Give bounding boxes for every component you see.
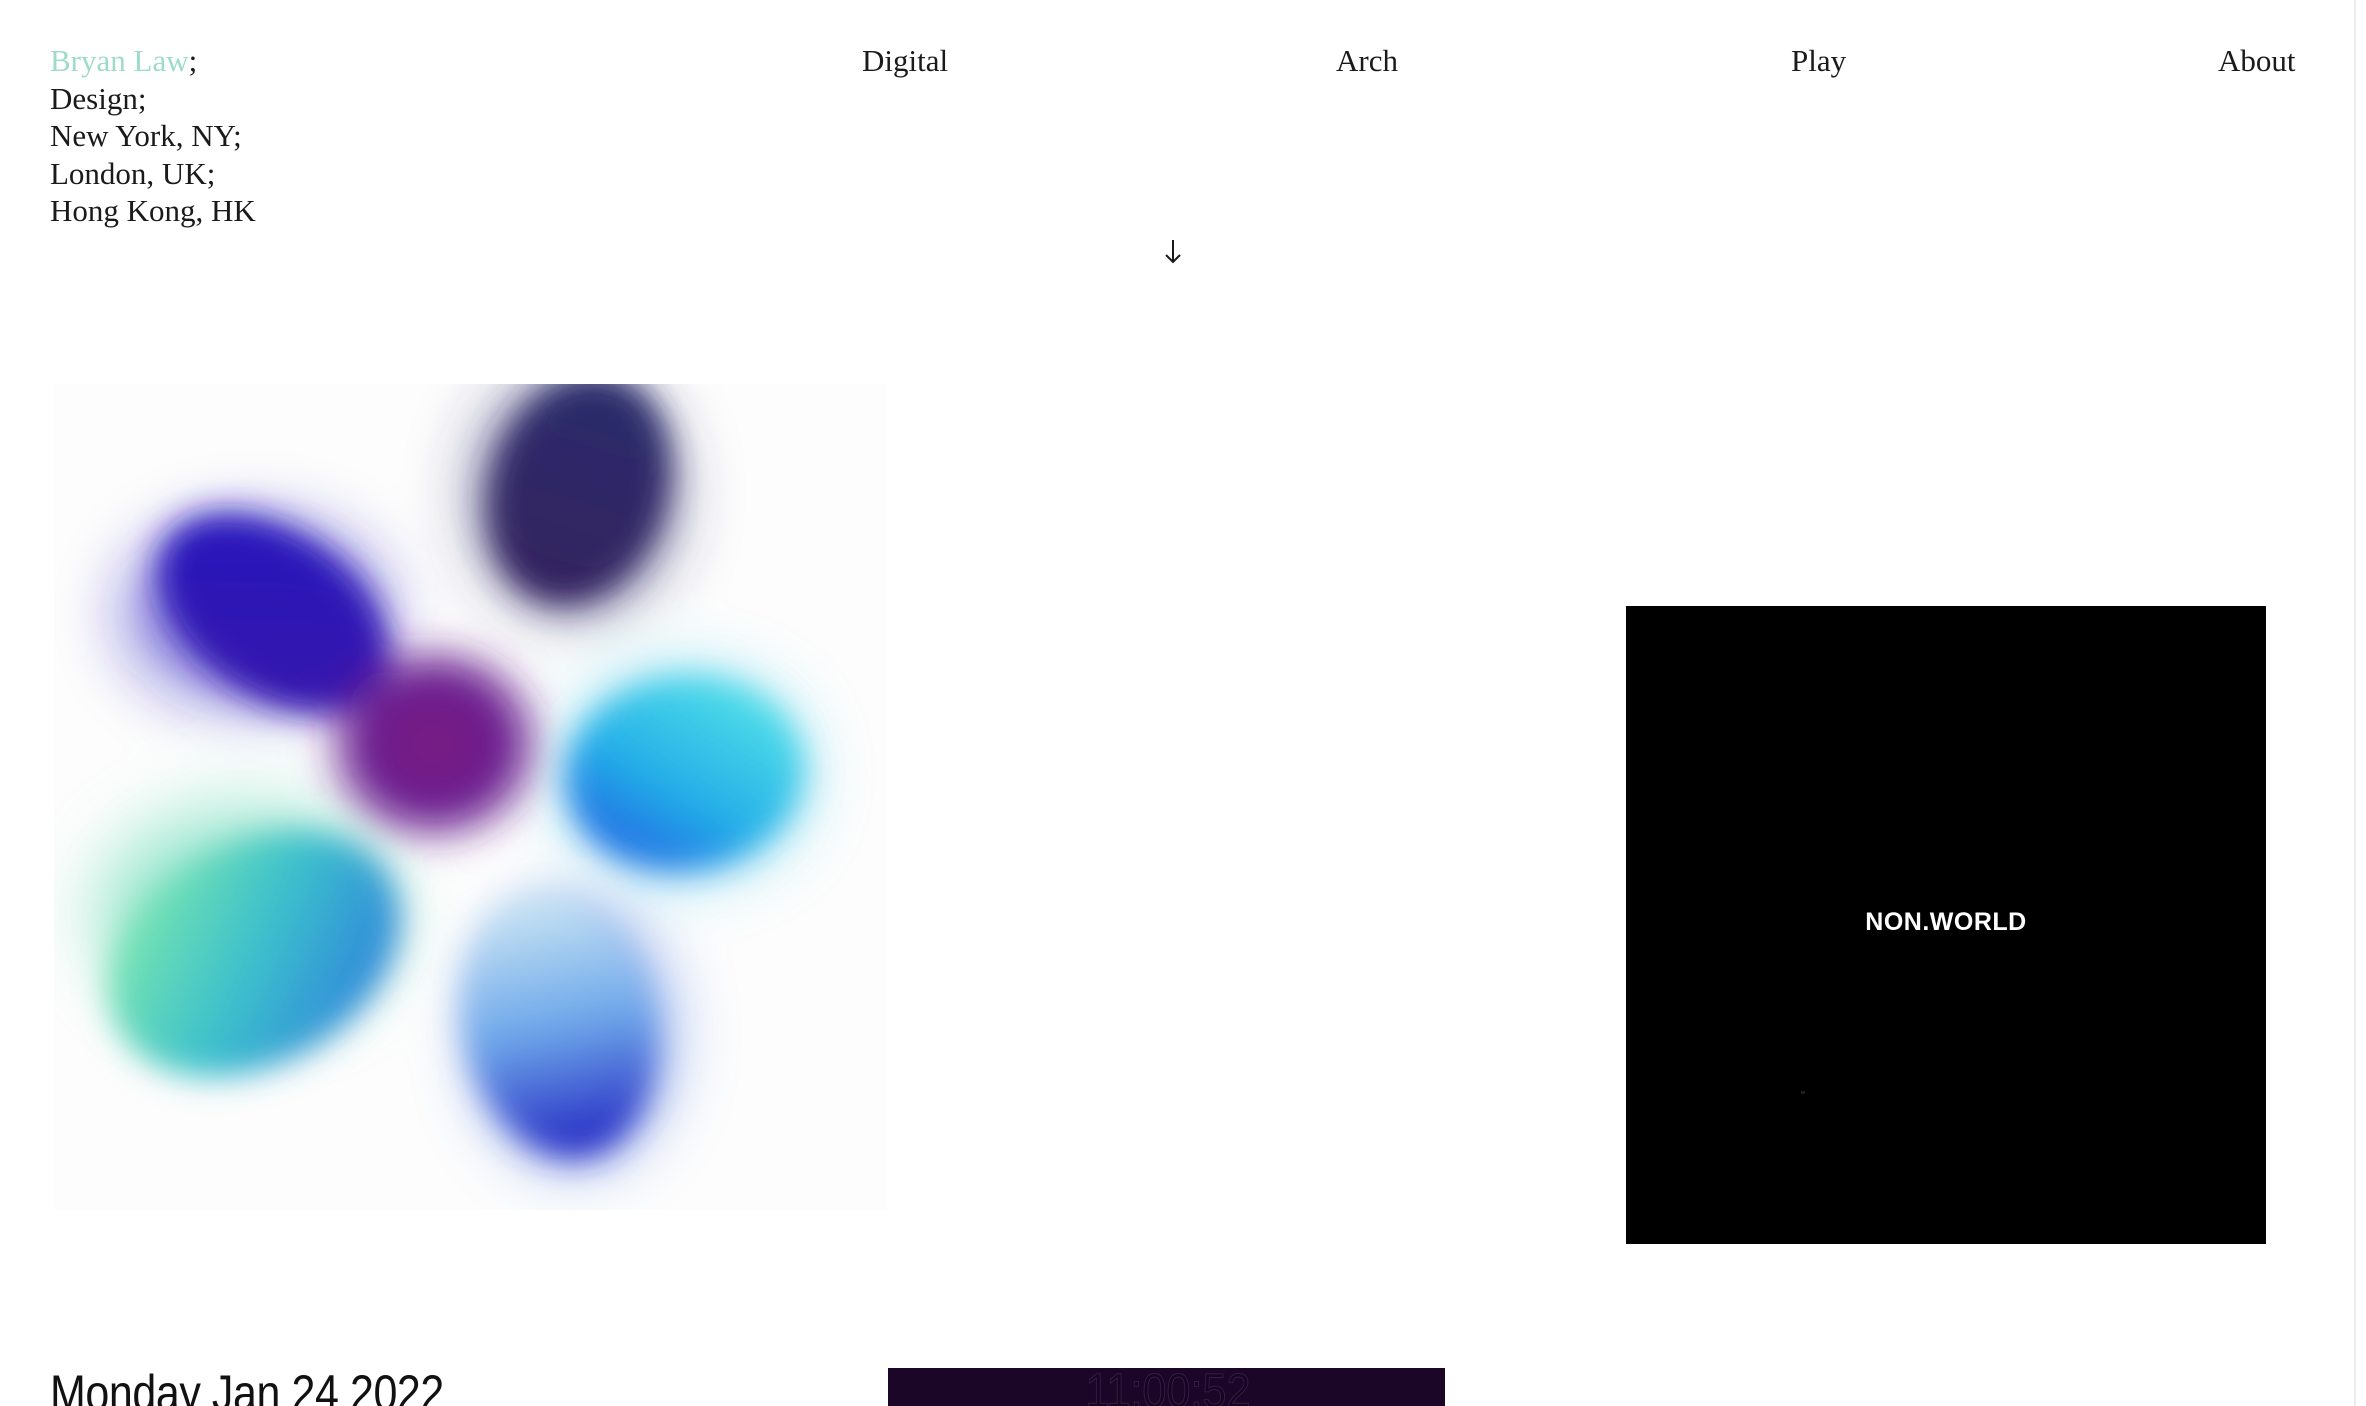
video-title: NON.WORLD — [1865, 908, 2027, 936]
project-non-world-video[interactable]: NON.WORLD — [1626, 606, 2266, 1244]
nav-about[interactable]: About — [2218, 42, 2296, 80]
identity-discipline: Design; — [50, 80, 147, 116]
nav-play[interactable]: Play — [1791, 42, 1846, 80]
current-date: Monday Jan 24 2022 — [50, 1365, 444, 1406]
location-hong-kong: Hong Kong, HK — [50, 193, 256, 228]
home-link[interactable]: Bryan Law — [50, 43, 189, 78]
name-separator: ; — [188, 43, 198, 78]
current-time: 11:00:52 — [1085, 1368, 1251, 1406]
identity-name-line: Bryan Law; — [50, 42, 256, 80]
gradient-blob-artwork — [94, 384, 804, 1164]
nav-arch[interactable]: Arch — [1336, 42, 1398, 80]
page-scrollbar[interactable] — [2354, 0, 2366, 1406]
video-frame-detail — [1801, 1091, 1805, 1094]
location-london: London, UK; — [50, 155, 216, 191]
location-new-york: New York, NY; — [50, 118, 242, 153]
nav-digital[interactable]: Digital — [862, 42, 948, 80]
identity-block: Bryan Law; Design; New York, NY; London,… — [50, 42, 256, 230]
arrow-down-icon[interactable] — [1162, 236, 1184, 266]
project-blob-artwork[interactable] — [54, 384, 887, 1210]
portfolio-page: Bryan Law; Design; New York, NY; London,… — [0, 0, 2356, 1406]
clock-panel: 11:00:52 — [888, 1368, 1445, 1406]
